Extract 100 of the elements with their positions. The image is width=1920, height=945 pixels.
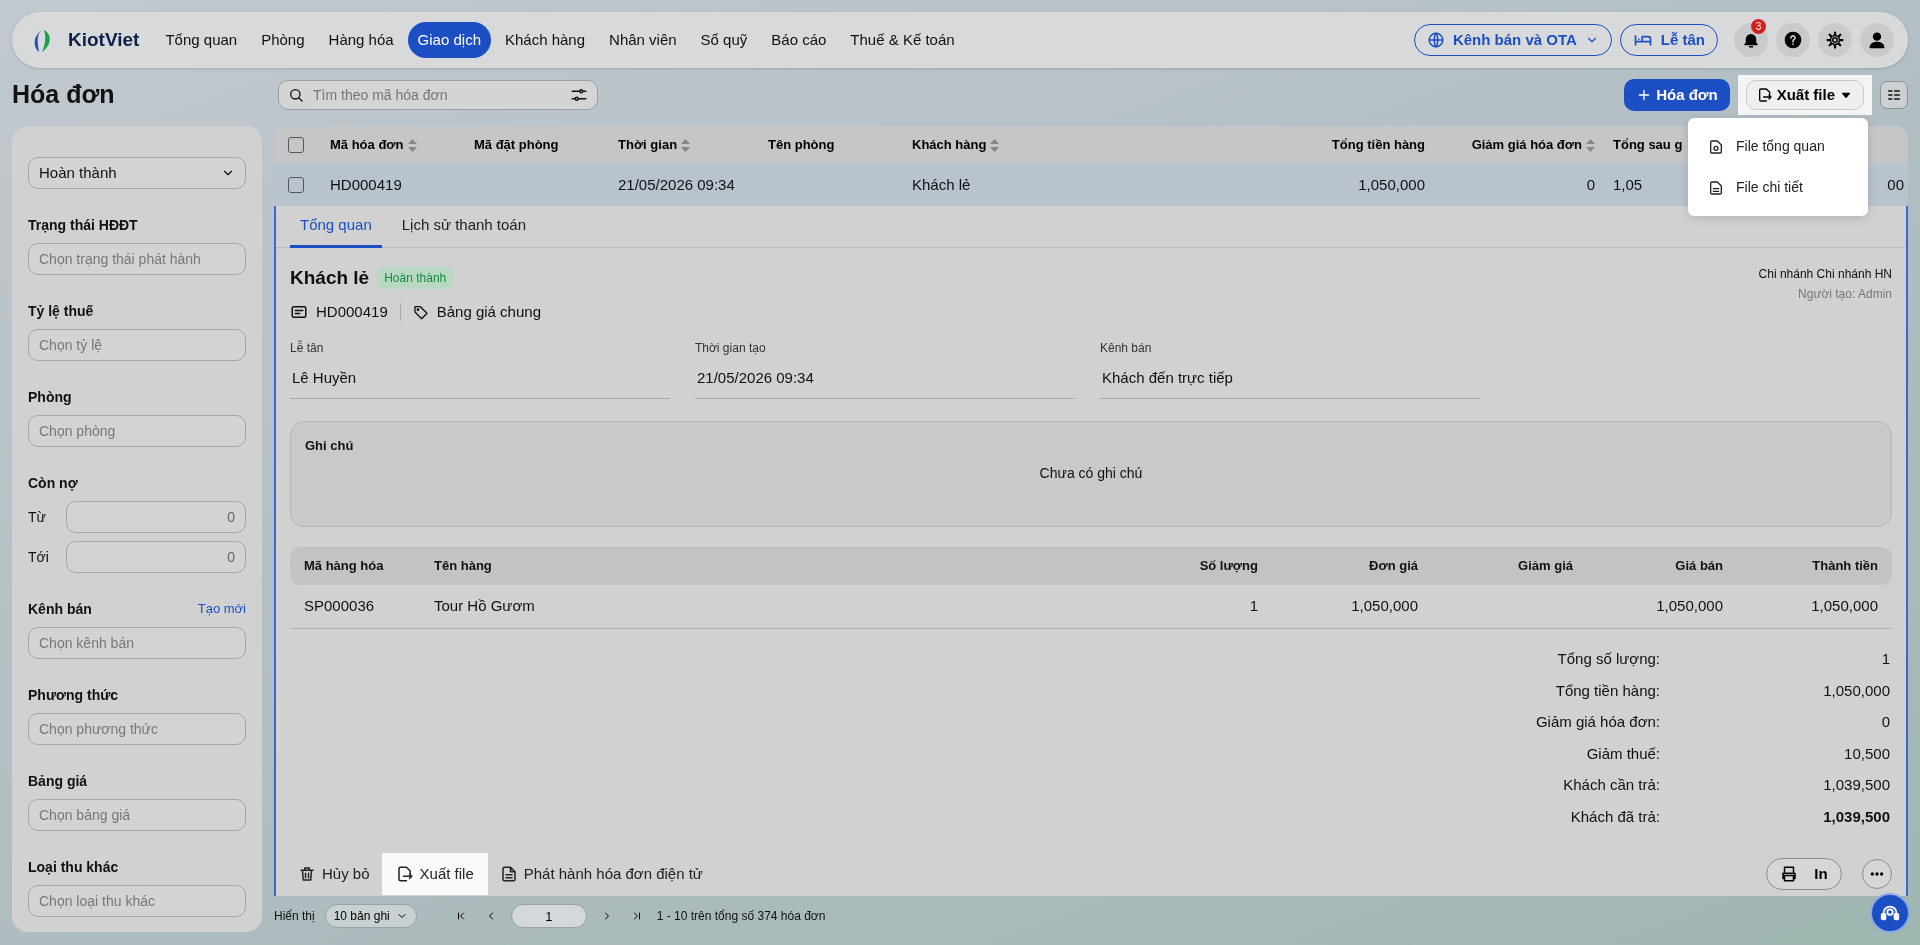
search-icon: [288, 87, 304, 103]
export-icon: [1756, 87, 1773, 103]
page-input[interactable]: 1: [510, 904, 587, 929]
table-cell: 1,05: [1613, 175, 1643, 193]
column-header[interactable]: Khách hàng: [912, 135, 1000, 155]
column-header: Giá bán: [1675, 557, 1723, 573]
filter-label: Tỷ lệ thuế: [28, 302, 94, 321]
detail-tab[interactable]: Tổng quan: [290, 206, 382, 248]
action-button[interactable]: Xuất file: [381, 853, 488, 895]
menu-item[interactable]: File chi tiết: [1688, 167, 1868, 208]
support-button[interactable]: [1870, 893, 1910, 933]
action-button[interactable]: Phát hành hóa đơn điện tử: [491, 853, 711, 895]
column-header: Tên hàng: [434, 557, 492, 573]
amount-field[interactable]: 0: [66, 541, 246, 573]
field-label: Lễ tân: [290, 339, 325, 357]
total-value: 10,500: [1844, 743, 1890, 764]
field-label: Kênh bán: [1100, 340, 1153, 357]
column-header: Số lượng: [1199, 557, 1258, 573]
page-size-label: Hiển thị: [274, 908, 315, 926]
note-title: Ghi chú: [305, 436, 355, 455]
tag-icon: [412, 303, 429, 320]
total-label: Tổng số lượng:: [1557, 649, 1660, 669]
table-cell: 1,050,000: [1656, 596, 1723, 614]
help-icon: [1783, 30, 1803, 50]
column-header: Mã hàng hóa: [304, 557, 384, 573]
row-checkbox[interactable]: [288, 177, 304, 193]
app-logo: KiotViet: [68, 27, 140, 52]
total-value: 0: [1881, 712, 1890, 732]
printer-icon: [1780, 865, 1799, 883]
document-icon: [499, 865, 518, 883]
detail-tab[interactable]: Lịch sử thanh toán: [391, 206, 537, 248]
more-button[interactable]: [1862, 859, 1892, 889]
table-cell: HD000419: [330, 175, 402, 193]
create-link[interactable]: Tạo mới: [197, 599, 246, 619]
branch-text: Chi nhánh Chi nhánh HN: [1758, 266, 1892, 283]
column-header[interactable]: Thời gian: [618, 135, 691, 155]
column-settings-button[interactable]: [1880, 81, 1908, 109]
nav-tab[interactable]: Phòng: [251, 21, 315, 59]
status-select[interactable]: Hoàn thành: [28, 157, 246, 189]
column-header[interactable]: Tổng tiền hàng: [1331, 135, 1425, 155]
export-button[interactable]: Xuất file: [1745, 80, 1864, 110]
page-summary: 1 - 10 trên tổng số 374 hóa đơn: [656, 908, 826, 926]
total-label: Khách đã trả:: [1570, 806, 1660, 827]
nav-tab[interactable]: Thuế & Kế toán: [840, 21, 965, 59]
file-icon: [1708, 138, 1724, 155]
action-button[interactable]: Hủy bỏ: [290, 853, 378, 895]
column-header[interactable]: Tên phòng: [768, 135, 835, 155]
table-cell: 00: [1887, 175, 1904, 193]
nav-tab[interactable]: Báo cáo: [761, 21, 837, 59]
nav-tab[interactable]: Hàng hóa: [318, 21, 404, 59]
filter-label: Còn nợ: [28, 474, 78, 493]
table-cell: SP000036: [304, 596, 375, 614]
table-cell: Khách lẻ: [912, 175, 971, 193]
range-label: Từ: [28, 507, 47, 527]
creator-text: Người tạo: Admin: [1797, 286, 1892, 303]
list-icon: [1886, 87, 1902, 103]
total-label: Tổng tiền hàng:: [1555, 680, 1660, 701]
invoice-code: HD000419: [316, 301, 388, 322]
column-header[interactable]: Mã đặt phòng: [474, 135, 559, 155]
settings-button[interactable]: [1818, 23, 1852, 57]
column-header[interactable]: Giảm giá hóa đơn: [1471, 135, 1595, 155]
file-icon: [1708, 179, 1724, 196]
amount-field[interactable]: 0: [66, 501, 246, 533]
page-title: Hóa đơn: [12, 79, 116, 111]
total-label: Giảm thuế:: [1586, 743, 1660, 764]
note-text: Chưa có ghi chú: [1038, 464, 1144, 483]
nav-tab[interactable]: Nhân viên: [599, 21, 687, 59]
column-header[interactable]: Tổng sau g: [1613, 135, 1683, 155]
field-value: Lê Huyền: [290, 357, 670, 399]
total-value: 1,039,500: [1823, 775, 1890, 795]
column-header[interactable]: Mã hóa đơn: [330, 135, 417, 155]
add-invoice-button[interactable]: Hóa đơn: [1624, 79, 1730, 111]
nav-tab[interactable]: Sổ quỹ: [690, 21, 758, 59]
page-size-select[interactable]: 10 bản ghi: [324, 904, 417, 929]
total-value: 1,050,000: [1823, 680, 1890, 701]
nav-tab[interactable]: Giao dịch: [407, 21, 491, 59]
account-button[interactable]: [1860, 23, 1894, 57]
nav-tab[interactable]: Tổng quan: [155, 21, 248, 59]
notification-badge: 3: [1751, 19, 1766, 34]
sort-icon: [681, 138, 691, 152]
bell-icon: [1742, 31, 1760, 49]
sort-icon: [990, 138, 1000, 152]
table-cell: 0: [1586, 175, 1595, 193]
nav-tab[interactable]: Khách hàng: [495, 21, 596, 59]
print-button[interactable]: In: [1766, 858, 1842, 890]
select-all-checkbox[interactable]: [288, 137, 304, 153]
table-cell: 1,050,000: [1351, 596, 1418, 614]
menu-item[interactable]: File tổng quan: [1688, 126, 1868, 167]
help-button[interactable]: [1776, 23, 1810, 57]
filter-icon: [570, 86, 588, 104]
sort-icon: [407, 138, 417, 152]
table-cell: 1: [1249, 596, 1258, 614]
range-label: Tới: [28, 547, 50, 567]
filter-label: Phòng: [28, 388, 72, 407]
total-value: 1: [1881, 649, 1890, 669]
search-field[interactable]: Tìm theo mã hóa đơn: [278, 80, 598, 110]
table-cell: 21/05/2026 09:34: [618, 175, 735, 193]
total-label: Khách cần trả:: [1563, 775, 1660, 795]
filter-label: Kênh bán: [28, 600, 92, 619]
filter-label: Bảng giá: [28, 772, 88, 791]
